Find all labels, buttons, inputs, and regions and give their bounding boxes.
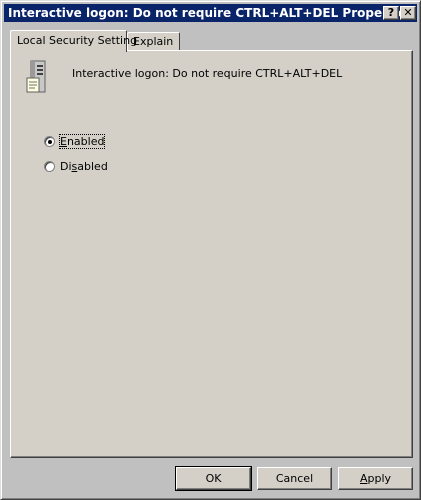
apply-button[interactable]: Apply xyxy=(338,467,413,490)
disabled-radio[interactable] xyxy=(44,160,55,172)
properties-dialog: Interactive logon: Do not require CTRL+A… xyxy=(0,0,421,500)
enabled-option[interactable]: Enabled xyxy=(44,133,106,149)
title-bar[interactable]: Interactive logon: Do not require CTRL+A… xyxy=(4,4,417,22)
tab-local-security-setting[interactable]: Local Security Setting xyxy=(10,30,137,52)
help-button[interactable]: ? xyxy=(383,6,399,20)
close-button[interactable]: ✕ xyxy=(400,6,416,20)
ok-button[interactable]: OK xyxy=(175,466,252,491)
enabled-radio[interactable] xyxy=(44,135,55,147)
disabled-option[interactable]: Disabled xyxy=(44,158,108,174)
enabled-label[interactable]: Enabled xyxy=(58,133,106,149)
cancel-button[interactable]: Cancel xyxy=(257,467,332,490)
disabled-label[interactable]: Disabled xyxy=(60,160,108,173)
tab-panel: Interactive logon: Do not require CTRL+A… xyxy=(10,50,413,458)
server-policy-icon xyxy=(26,60,46,93)
policy-name: Interactive logon: Do not require CTRL+A… xyxy=(72,67,343,80)
window-title: Interactive logon: Do not require CTRL+A… xyxy=(8,6,414,20)
